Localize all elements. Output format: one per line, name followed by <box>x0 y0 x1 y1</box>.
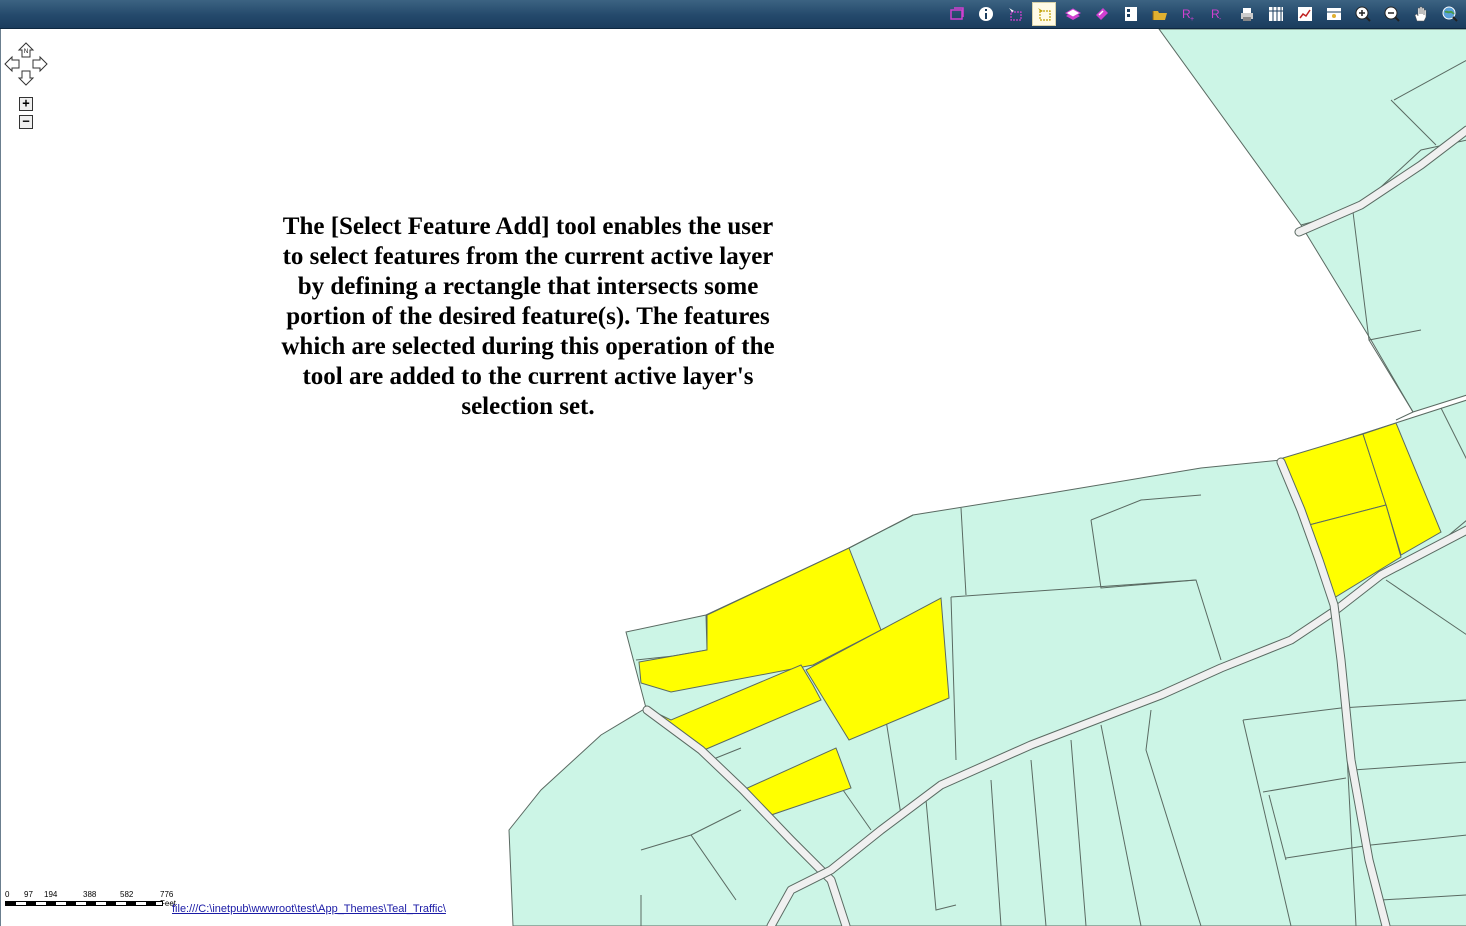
select-by-attribute-icon[interactable] <box>1090 2 1114 26</box>
svg-text:-: - <box>1219 16 1222 23</box>
layers-icon-glyph <box>1064 8 1082 20</box>
print-icon[interactable] <box>1235 2 1259 26</box>
zoom-in-button[interactable]: + <box>19 97 33 111</box>
scale-bar: 0 97 194 388 582 776 Feet <box>5 890 176 910</box>
open-folder-icon-glyph <box>1152 11 1167 20</box>
select-feature-add-icon[interactable] <box>1032 2 1056 26</box>
scale-label: 582 <box>120 890 134 899</box>
identify-icon[interactable] <box>974 2 998 26</box>
north-label: N <box>24 49 28 55</box>
pan-east-arrow[interactable] <box>32 55 48 73</box>
identify-icon-glyph <box>979 7 993 21</box>
pan-hand-icon[interactable] <box>1409 2 1433 26</box>
scale-label: 388 <box>83 890 97 899</box>
scale-label: 97 <box>24 890 33 899</box>
query-icon[interactable]: R + <box>1177 2 1201 26</box>
full-extent-icon-glyph <box>1442 6 1458 22</box>
select-feature-add-icon-glyph <box>1038 8 1051 21</box>
map-tips-icon-glyph <box>1327 8 1341 20</box>
query-layer-icon-glyph: R- <box>1211 7 1222 23</box>
select-rectangle-icon[interactable] <box>1003 2 1027 26</box>
zoom-in-icon[interactable] <box>1351 2 1375 26</box>
select-rectangle-icon-glyph <box>1009 8 1022 21</box>
select-by-attribute-icon-glyph <box>1096 8 1108 20</box>
pan-west-arrow[interactable] <box>4 55 20 73</box>
map-frame[interactable] <box>0 29 1466 926</box>
pan-hand-icon-glyph <box>1414 6 1427 22</box>
clear-selection-icon-glyph <box>950 7 964 20</box>
print-icon-glyph <box>1241 8 1253 21</box>
theme-path-link[interactable]: file:///C:\inetpub\wwwroot\test\App_Them… <box>172 903 446 915</box>
svg-text:+: + <box>1190 16 1194 23</box>
zoom-in-icon-glyph <box>1355 6 1371 22</box>
pan-south-arrow[interactable] <box>17 70 35 86</box>
map-canvas[interactable] <box>1 29 1466 926</box>
layers-icon[interactable] <box>1061 2 1085 26</box>
toolbar: R + R - <box>0 0 1466 29</box>
scale-label: 0 <box>5 890 10 899</box>
legend-icon[interactable] <box>1119 2 1143 26</box>
chart-icon[interactable] <box>1293 2 1317 26</box>
attribute-table-icon[interactable] <box>1264 2 1288 26</box>
scale-label: 194 <box>44 890 58 899</box>
map-tips-icon[interactable] <box>1322 2 1346 26</box>
query-icon-glyph: R + <box>1182 7 1194 23</box>
clear-selection-icon[interactable] <box>945 2 969 26</box>
query-layer-icon[interactable]: R- <box>1206 2 1230 26</box>
toolbar-tools: R + R - <box>940 2 1462 26</box>
legend-icon-glyph <box>1125 7 1137 21</box>
full-extent-icon[interactable] <box>1438 2 1462 26</box>
zoom-out-icon[interactable] <box>1380 2 1404 26</box>
tool-description: The [Select Feature Add] tool enables th… <box>281 213 775 420</box>
chart-icon-glyph <box>1298 7 1312 21</box>
parcel[interactable] <box>1158 29 1466 413</box>
pan-navigation[interactable]: N <box>4 41 50 87</box>
attribute-table-icon-glyph <box>1269 7 1283 21</box>
zoom-out-icon-glyph <box>1384 6 1400 22</box>
scale-line <box>5 901 163 906</box>
open-folder-icon[interactable] <box>1148 2 1172 26</box>
zoom-out-button[interactable]: − <box>19 115 33 129</box>
